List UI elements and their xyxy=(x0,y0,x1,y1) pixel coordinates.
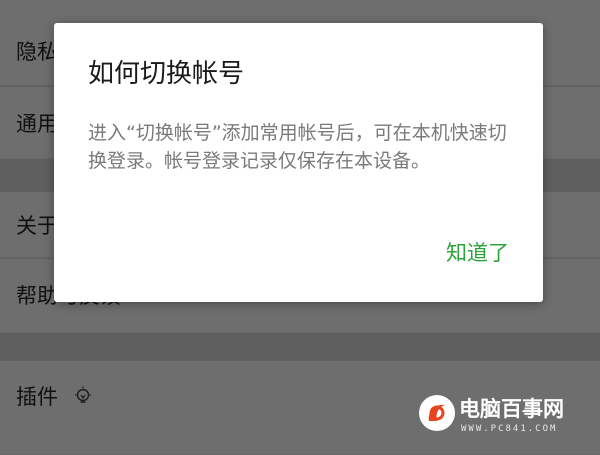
got-it-button[interactable]: 知道了 xyxy=(446,243,509,264)
switch-account-dialog: 如何切换帐号 进入“切换帐号”添加常用帐号后，可在本机快速切换登录。帐号登录记录… xyxy=(54,23,543,302)
lightbulb-icon xyxy=(74,386,92,408)
settings-item-label: 隐私 xyxy=(16,40,58,64)
section-divider xyxy=(0,333,600,361)
dialog-message: 进入“切换帐号”添加常用帐号后，可在本机快速切换登录。帐号登录记录仅保存在本设备… xyxy=(88,122,507,172)
watermark-url: WWW.PC841.COM xyxy=(461,424,558,434)
watermark-logo-icon xyxy=(417,393,457,433)
watermark-name: 电脑百事网 xyxy=(459,397,564,421)
settings-item-label: 通用 xyxy=(16,112,58,136)
dialog-title: 如何切换帐号 xyxy=(88,59,245,89)
settings-item-label: 关于 xyxy=(16,214,58,238)
settings-item-label: 插件 xyxy=(16,385,58,409)
watermark: 电脑百事网 WWW.PC841.COM xyxy=(417,393,597,443)
